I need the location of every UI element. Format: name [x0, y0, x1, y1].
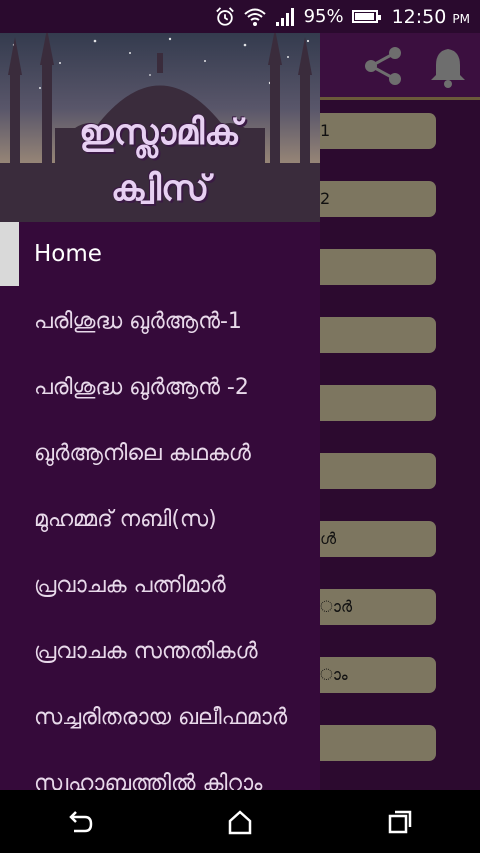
drawer-item-caliphs[interactable]: സച്ചരിതരായ ഖലീഫമാർ — [0, 686, 320, 750]
app-title-line1: ഇസ്ലാമിക് — [79, 113, 241, 153]
drawer-item-companions[interactable]: സ്വഹാബത്തിൽ കിറാം — [0, 752, 320, 790]
navigation-drawer: ഇസ്ലാമിക് ക്വിസ് Home പരിശുദ്ധ ഖുർആൻ-1 പ… — [0, 33, 320, 790]
drawer-item-label: സച്ചരിതരായ ഖലീഫമാർ — [34, 705, 288, 730]
share-icon[interactable] — [360, 43, 406, 89]
app-title-line2: ക്വിസ് — [110, 169, 210, 209]
drawer-item-prophet-children[interactable]: പ്രവാചക സന്തതികൾ — [0, 620, 320, 684]
clock-time: 12:50 — [391, 5, 447, 28]
status-bar: 95% 12:50 PM — [0, 0, 480, 33]
home-button[interactable] — [216, 798, 264, 846]
drawer-item-prophet[interactable]: മുഹമ്മദ് നബി(സ) — [0, 488, 320, 552]
active-indicator — [0, 222, 19, 286]
drawer-item-prophet-wives[interactable]: പ്രവാചക പത്നിമാർ — [0, 554, 320, 618]
drawer-item-home[interactable]: Home — [0, 222, 320, 286]
clock-ampm: PM — [452, 11, 470, 26]
back-button[interactable] — [56, 798, 104, 846]
signal-icon — [275, 7, 294, 26]
drawer-header: ഇസ്ലാമിക് ക്വിസ് — [0, 33, 320, 222]
drawer-item-quran-stories[interactable]: ഖുർആനിലെ കഥകൾ — [0, 422, 320, 486]
home-icon — [228, 809, 252, 834]
battery-icon — [351, 10, 381, 23]
alarm-icon — [215, 6, 234, 26]
battery-percent: 95% — [303, 6, 344, 27]
drawer-item-label: Home — [34, 241, 102, 267]
category-card-label: ൾ — [320, 529, 337, 548]
recents-icon — [388, 810, 412, 833]
category-card-label: 1 — [320, 121, 331, 140]
recents-button[interactable] — [376, 798, 424, 846]
drawer-item-label: സ്വഹാബത്തിൽ കിറാം — [34, 771, 263, 790]
drawer-item-label: ഖുർആനിലെ കഥകൾ — [34, 441, 251, 466]
drawer-item-quran-1[interactable]: പരിശുദ്ധ ഖുർആൻ-1 — [0, 290, 320, 354]
back-icon — [69, 810, 93, 832]
category-card-label: ാം — [320, 665, 348, 684]
system-navigation-bar — [0, 790, 480, 853]
category-card-label: 2 — [320, 189, 331, 208]
category-card-label: ാർ — [320, 597, 353, 616]
drawer-item-quran-2[interactable]: പരിശുദ്ധ ഖുർആൻ -2 — [0, 356, 320, 420]
drawer-item-label: പരിശുദ്ധ ഖുർആൻ-1 — [34, 309, 242, 334]
drawer-item-label: പരിശുദ്ധ ഖുർആൻ -2 — [34, 375, 249, 400]
bell-icon[interactable] — [425, 43, 471, 89]
wifi-icon — [243, 8, 266, 26]
drawer-item-label: മുഹമ്മദ് നബി(സ) — [34, 507, 217, 532]
drawer-item-label: പ്രവാചക സന്തതികൾ — [34, 639, 258, 664]
drawer-item-label: പ്രവാചക പത്നിമാർ — [34, 573, 226, 598]
clock: 12:50 PM — [392, 6, 470, 28]
